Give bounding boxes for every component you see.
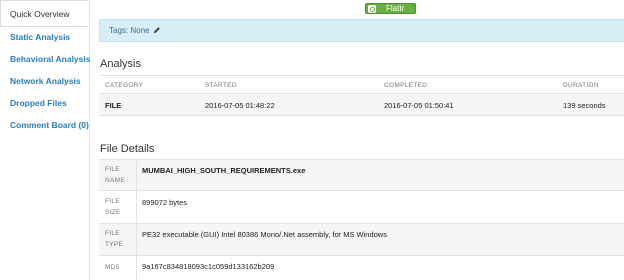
column-header-completed: COMPLETED bbox=[384, 82, 428, 89]
sidebar-item-quick-overview[interactable]: Quick Overview bbox=[0, 0, 88, 27]
sidebar-item-network-analysis[interactable]: Network Analysis bbox=[10, 76, 81, 86]
flattr-label: Flattr bbox=[386, 4, 405, 13]
sidebar-item-label: Quick Overview bbox=[10, 9, 70, 19]
tags-bar: Tags: None bbox=[99, 19, 624, 42]
file-size-value: 899072 bytes bbox=[142, 198, 188, 207]
analysis-title: Analysis bbox=[100, 58, 141, 70]
flattr-button[interactable]: Flattr bbox=[365, 3, 416, 14]
divider bbox=[136, 191, 137, 223]
file-name-label: FILE NAME bbox=[105, 164, 125, 186]
file-name-value: MUMBAI_HIGH_SOUTH_REQUIREMENTS.exe bbox=[142, 166, 306, 175]
column-header-duration: DURATION bbox=[563, 82, 599, 89]
analysis-started: 2016-07-05 01:48:22 bbox=[205, 101, 275, 110]
analysis-category: FILE bbox=[105, 101, 122, 110]
divider bbox=[99, 190, 624, 191]
table-row bbox=[99, 160, 624, 190]
tags-text: Tags: None bbox=[109, 26, 150, 35]
label-line: SIZE bbox=[105, 209, 121, 216]
divider bbox=[136, 256, 137, 280]
table-row bbox=[99, 224, 624, 255]
label-line: FILE bbox=[105, 198, 120, 205]
sidebar-item-dropped-files[interactable]: Dropped Files bbox=[10, 98, 67, 108]
file-type-value: PE32 executable (GUI) Intel 80386 Mono/.… bbox=[142, 230, 387, 239]
sidebar-item-comment-board[interactable]: Comment Board (0) bbox=[10, 120, 89, 130]
analysis-completed: 2016-07-05 01:50:41 bbox=[384, 101, 454, 110]
analysis-duration: 139 seconds bbox=[563, 101, 606, 110]
divider bbox=[99, 115, 624, 116]
divider bbox=[99, 255, 624, 256]
file-details-title: File Details bbox=[100, 143, 155, 155]
sidebar-item-behavioral-analysis[interactable]: Behavioral Analysis bbox=[10, 54, 90, 64]
file-size-label: FILE SIZE bbox=[105, 196, 121, 218]
column-header-category: CATEGORY bbox=[105, 82, 144, 89]
divider bbox=[99, 75, 624, 76]
sidebar: Quick Overview Static Analysis Behaviora… bbox=[0, 0, 90, 280]
md5-label: MD5 bbox=[105, 264, 120, 271]
label-line: FILE bbox=[105, 166, 120, 173]
column-header-started: STARTED bbox=[205, 82, 237, 89]
label-line: NAME bbox=[105, 177, 125, 184]
sidebar-item-static-analysis[interactable]: Static Analysis bbox=[10, 32, 70, 42]
divider bbox=[136, 224, 137, 255]
label-line: FILE bbox=[105, 230, 120, 237]
flattr-icon bbox=[368, 5, 376, 13]
file-type-label: FILE TYPE bbox=[105, 228, 123, 250]
label-line: TYPE bbox=[105, 241, 124, 248]
pencil-icon[interactable] bbox=[153, 26, 161, 34]
md5-value: 9a167c834818093c1c059d133162b209 bbox=[142, 262, 275, 271]
divider bbox=[136, 160, 137, 190]
table-row bbox=[99, 94, 624, 115]
